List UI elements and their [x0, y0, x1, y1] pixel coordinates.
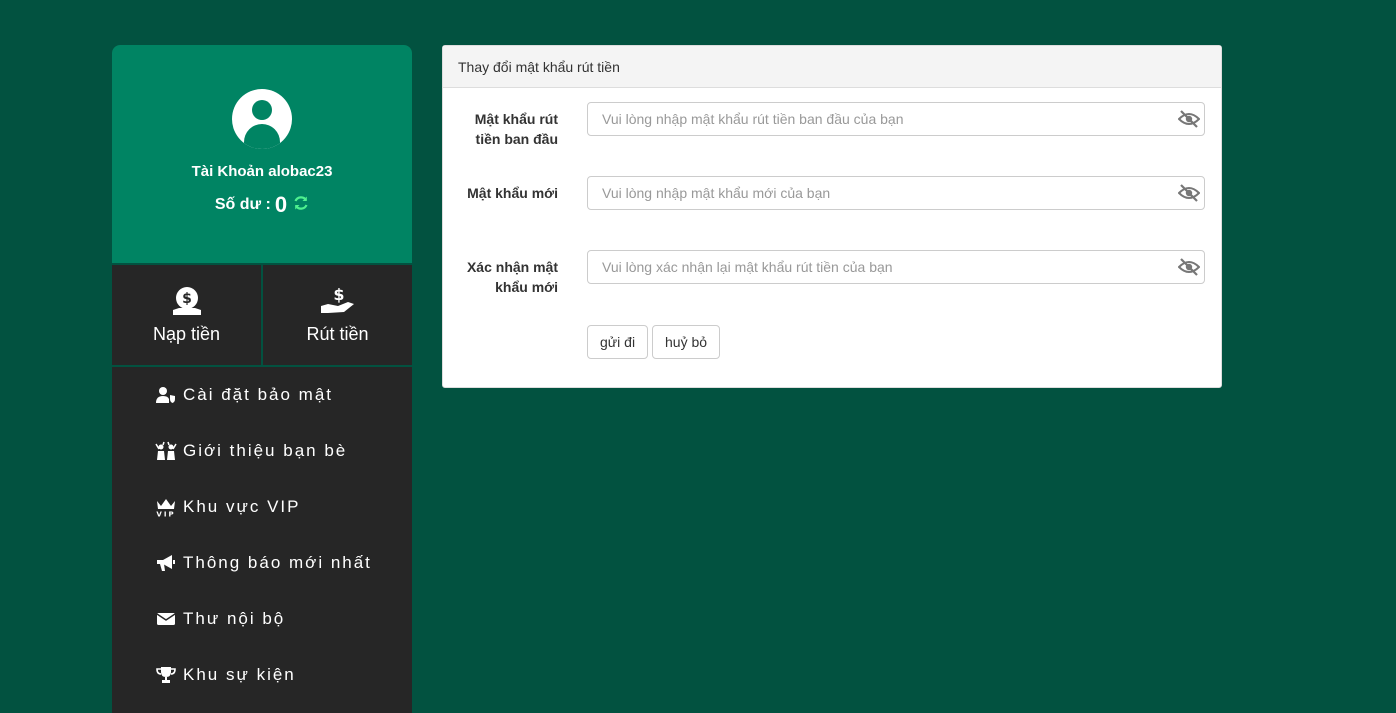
trophy-icon — [155, 666, 177, 684]
eye-slash-icon[interactable] — [1174, 110, 1204, 128]
avatar-icon — [232, 89, 292, 149]
menu-item-label: Khu sự kiện — [183, 665, 296, 684]
confirm-password-label: Xác nhận mật khẩu mới — [466, 259, 558, 295]
svg-text:$: $ — [182, 291, 192, 307]
old-password-label: Mật khẩu rút tiền ban đầu — [474, 111, 558, 147]
cancel-button[interactable]: huỷ bỏ — [652, 325, 721, 359]
sidebar-menu: Cài đặt bảo mật Giới thiệu bạn bè VIP Kh… — [112, 367, 412, 703]
panel-title: Thay đổi mật khẩu rút tiền — [443, 46, 1221, 88]
balance-value: 0 — [274, 192, 288, 217]
new-password-label: Mật khẩu mới — [467, 185, 558, 201]
megaphone-icon — [155, 554, 177, 572]
menu-item-label: Giới thiệu bạn bè — [183, 441, 348, 460]
menu-item-events[interactable]: Khu sự kiện — [112, 647, 412, 703]
confirm-password-field — [587, 250, 1205, 284]
envelope-icon — [155, 612, 177, 626]
deposit-label: Nạp tiền — [152, 323, 221, 344]
crown-vip-icon: VIP — [155, 497, 177, 517]
menu-item-announcements[interactable]: Thông báo mới nhất — [112, 535, 412, 591]
svg-text:$: $ — [333, 286, 344, 304]
menu-item-label: Thông báo mới nhất — [183, 553, 372, 572]
coin-hand-icon: $ — [172, 286, 201, 315]
eye-slash-icon[interactable] — [1174, 258, 1204, 276]
confirm-password-input[interactable] — [600, 251, 1174, 283]
menu-item-label: Khu vực VIP — [183, 497, 301, 516]
menu-item-inbox[interactable]: Thư nội bộ — [112, 591, 412, 647]
account-name: Tài Khoản alobac23 — [191, 163, 333, 180]
old-password-input[interactable] — [600, 103, 1174, 135]
menu-item-label: Thư nội bộ — [183, 609, 286, 628]
people-cheer-icon — [155, 441, 177, 461]
deposit-button[interactable]: $ Nạp tiền — [112, 265, 261, 365]
profile-card: Tài Khoản alobac23 Số dư : 0 — [112, 45, 412, 265]
submit-button[interactable]: gửi đi — [587, 325, 649, 359]
wallet-actions: $ Nạp tiền $ Rút tiền — [112, 265, 412, 367]
menu-item-vip[interactable]: VIP Khu vực VIP — [112, 479, 412, 535]
balance: Số dư : 0 — [215, 192, 309, 218]
new-password-input[interactable] — [600, 177, 1174, 209]
svg-text:VIP: VIP — [156, 511, 175, 518]
withdraw-button[interactable]: $ Rút tiền — [261, 265, 412, 365]
menu-item-label: Cài đặt bảo mật — [183, 385, 334, 404]
balance-label: Số dư : — [214, 196, 271, 213]
withdraw-label: Rút tiền — [306, 323, 369, 344]
hand-dollar-icon: $ — [320, 286, 354, 313]
user-shield-icon — [155, 386, 177, 404]
eye-slash-icon[interactable] — [1174, 184, 1204, 202]
sidebar: Tài Khoản alobac23 Số dư : 0 $ Nạp tiền — [112, 45, 412, 713]
refresh-icon[interactable] — [293, 195, 309, 216]
menu-item-security[interactable]: Cài đặt bảo mật — [112, 367, 412, 423]
new-password-field — [587, 176, 1205, 210]
old-password-field — [587, 102, 1205, 136]
change-password-panel: Thay đổi mật khẩu rút tiền Mật khẩu rút … — [442, 45, 1222, 388]
menu-item-referral[interactable]: Giới thiệu bạn bè — [112, 423, 412, 479]
